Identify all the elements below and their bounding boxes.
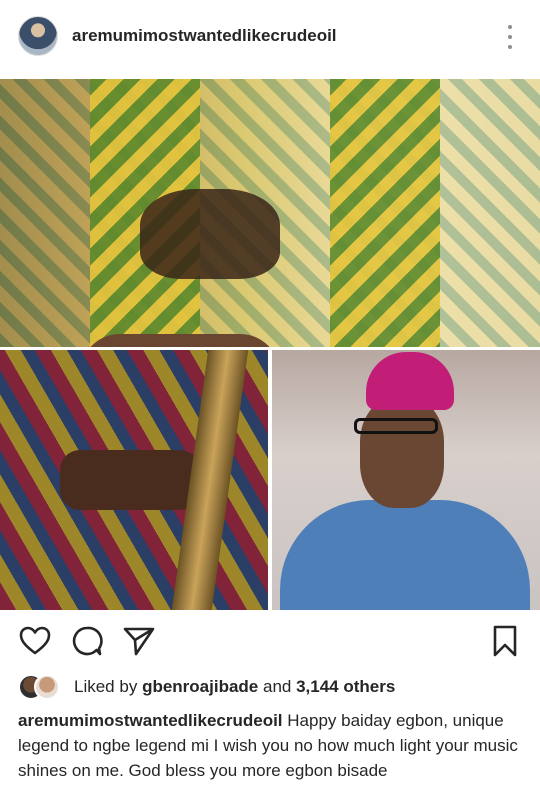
avatar — [34, 674, 60, 700]
masked-face — [140, 189, 280, 279]
caption-username[interactable]: aremumimostwantedlikecrudeoil — [18, 711, 283, 730]
post-photo-bottom-right[interactable] — [272, 350, 540, 610]
pink-cap — [366, 352, 454, 410]
post-photo-bottom-left[interactable] — [0, 350, 268, 610]
likes-count[interactable]: 3,144 others — [296, 677, 395, 697]
portrait-head — [360, 398, 444, 508]
liker-avatars[interactable] — [18, 674, 64, 700]
post-caption: aremumimostwantedlikecrudeoil Happy baid… — [18, 708, 524, 783]
action-bar — [0, 616, 540, 666]
more-vertical-icon[interactable] — [502, 22, 518, 52]
post-photo-top[interactable] — [0, 79, 540, 347]
masked-face — [60, 450, 200, 510]
heart-icon[interactable] — [18, 624, 52, 658]
comment-icon[interactable] — [70, 624, 104, 658]
hand — [80, 334, 280, 347]
post-username[interactable]: aremumimostwantedlikecrudeoil — [72, 26, 337, 46]
glasses — [354, 418, 438, 434]
likes-row: Liked by gbenroajibade and 3,144 others — [18, 674, 395, 700]
send-icon[interactable] — [122, 624, 156, 658]
likes-joiner: and — [262, 677, 292, 696]
profile-avatar[interactable] — [18, 16, 58, 56]
bookmark-icon[interactable] — [488, 624, 522, 658]
liker-username[interactable]: gbenroajibade — [142, 677, 258, 697]
fabric-band — [330, 79, 440, 347]
likes-prefix: Liked by — [74, 677, 138, 696]
post-header: aremumimostwantedlikecrudeoil — [0, 0, 540, 78]
blue-agbada — [280, 500, 530, 610]
